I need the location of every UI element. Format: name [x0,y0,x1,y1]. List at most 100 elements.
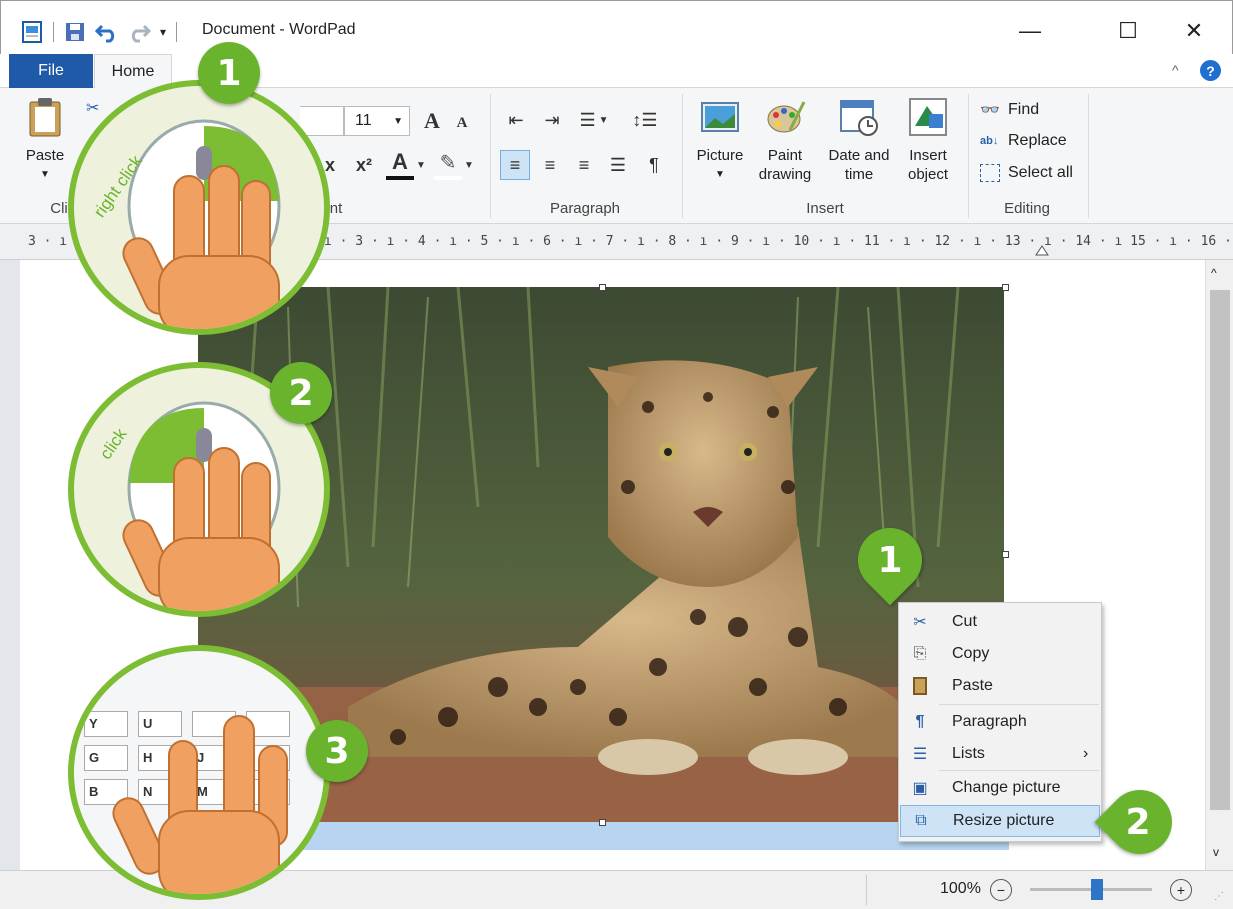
find-button[interactable]: 👓 Find [980,100,1039,120]
context-menu-resize-picture[interactable]: ⧉ Resize picture [900,805,1100,837]
align-left-icon[interactable]: ≡ [500,150,530,180]
ribbon-separator-3 [968,94,969,218]
save-icon[interactable] [64,21,86,43]
context-menu-copy[interactable]: ⎘ Copy [900,638,1100,670]
minimize-button[interactable]: — [1007,11,1053,51]
decrease-indent-icon[interactable]: ⇤ [502,106,530,134]
scroll-down-icon[interactable]: v [1213,845,1219,859]
paragraph-icon: ¶ [915,713,925,730]
step-badge-2: 2 [270,362,332,424]
date-time-button[interactable]: Date and time [822,96,896,184]
font-name-box[interactable] [300,106,344,136]
status-divider [866,875,867,905]
paste-dropdown-icon: ▼ [40,169,50,180]
quick-access-toolbar: ▾ [21,19,178,45]
zoom-slider-thumb[interactable] [1091,879,1104,900]
close-button[interactable]: ✕ [1171,11,1217,51]
customize-qat-icon[interactable]: ▾ [160,25,166,39]
paint-drawing-button[interactable]: Paint drawing [752,96,818,184]
insert-object-label-2: object [907,166,949,183]
tab-home[interactable]: Home [94,54,172,89]
maximize-button[interactable]: ☐ [1105,11,1151,51]
calendar-icon [840,100,878,136]
align-right-icon[interactable]: ≡ [570,150,598,180]
scroll-up-icon[interactable]: ^ [1211,266,1217,280]
zoom-slider[interactable] [1030,879,1152,900]
context-menu-change-picture[interactable]: ▣ Change picture [900,772,1100,804]
scrollbar-thumb[interactable] [1210,290,1230,810]
copy-label: Copy [952,645,990,662]
copy-icon: ⎘ [913,645,927,662]
picture-label: Picture [696,147,744,164]
picture-button[interactable]: Picture ▼ [690,96,750,184]
context-menu-cut[interactable]: ✂ Cut [900,606,1100,638]
paragraph-label: Paragraph [952,713,1027,730]
lists-label: Lists [952,745,985,762]
insert-object-button[interactable]: Insert object [898,96,958,184]
step-badge-3: 3 [306,720,368,782]
ruler-marks: ı · 3 · ı · 4 · ı · 5 · ı · 6 · ı · 7 · … [324,234,1233,249]
editing-group-label: Editing [1004,200,1050,217]
insert-object-label-1: Insert [909,147,947,164]
resize-handle-right[interactable] [1002,551,1009,558]
paint-label-1: Paint [767,147,803,164]
grow-font-button[interactable]: A [420,106,444,136]
hand-on-keyboard-icon [112,715,288,894]
step-pin-2-number: 2 [1125,801,1151,843]
cut-label: Cut [952,613,977,630]
highlight-dropdown-icon[interactable]: ▼ [462,150,476,180]
shrink-font-button[interactable]: A [452,110,472,136]
align-center-icon[interactable]: ≡ [536,150,564,180]
superscript-button[interactable]: x² [350,150,378,180]
ribbon-collapse-icon[interactable]: ^ [1172,62,1179,78]
font-size-box[interactable]: 11 ▼ [344,106,410,136]
qat-divider [53,22,54,42]
undo-icon[interactable] [94,21,120,43]
highlight-icon[interactable]: ✎ [434,148,462,180]
paragraph-group-label: Paragraph [549,200,621,217]
help-icon[interactable]: ? [1200,60,1221,81]
resize-handle-top-right[interactable] [1002,284,1009,291]
justify-icon[interactable]: ☰ [604,150,632,180]
paste-label: Paste [25,147,65,164]
redo-icon[interactable] [126,21,152,43]
ribbon-separator [490,94,491,218]
resize-handle-top[interactable] [599,284,606,291]
zoom-level: 100% [940,880,981,897]
insert-object-icon [909,98,947,136]
right-indent-marker-icon[interactable] [1035,244,1049,256]
context-menu-paragraph[interactable]: ¶ Paragraph [900,706,1100,738]
context-menu-lists[interactable]: ☰ Lists › [900,738,1100,770]
clipboard-icon [29,98,61,137]
replace-button[interactable]: ab↓ Replace [980,132,1067,150]
tab-file[interactable]: File [9,54,93,88]
paste-button[interactable]: Paste ▼ [24,96,66,184]
picture-icon [701,102,739,132]
title-bar: ▾ Document - WordPad — ☐ ✕ [0,0,1233,54]
context-menu: ✂ Cut ⎘ Copy Paste ¶ Paragraph ☰ Lists › ▣ Cha… [898,602,1102,842]
resize-handle-bottom[interactable] [599,819,606,826]
step-pin-1-number: 1 [877,539,903,581]
select-all-button[interactable]: Select all [980,164,1073,182]
text-color-button[interactable]: A [386,148,414,180]
resize-picture-icon: ⧉ [915,812,927,829]
vertical-scrollbar[interactable]: ^ v [1205,260,1233,870]
select-all-icon [980,164,1000,182]
paragraph-dialog-icon[interactable]: ¶ [640,150,668,180]
text-color-dropdown-icon[interactable]: ▼ [414,150,428,180]
ribbon-separator-2 [682,94,683,218]
zoom-in-button[interactable]: + [1170,879,1192,901]
submenu-arrow-icon: › [1083,745,1089,762]
replace-icon: ab↓ [980,135,999,147]
qat-divider-2 [176,22,178,42]
ribbon-separator-4 [1088,94,1089,218]
ruler-left-marks: 3 · ı [28,234,68,249]
increase-indent-icon[interactable]: ⇥ [538,106,566,134]
resize-grip-icon[interactable]: ⋰ [1214,891,1224,902]
bullets-icon[interactable]: ☰ ▼ [574,106,614,134]
cut-button[interactable]: ✂ [86,98,99,118]
wordpad-icon[interactable] [21,21,43,43]
context-menu-paste[interactable]: Paste [900,670,1100,702]
line-spacing-icon[interactable]: ↕☰ [624,106,666,134]
zoom-out-button[interactable]: − [990,879,1012,901]
